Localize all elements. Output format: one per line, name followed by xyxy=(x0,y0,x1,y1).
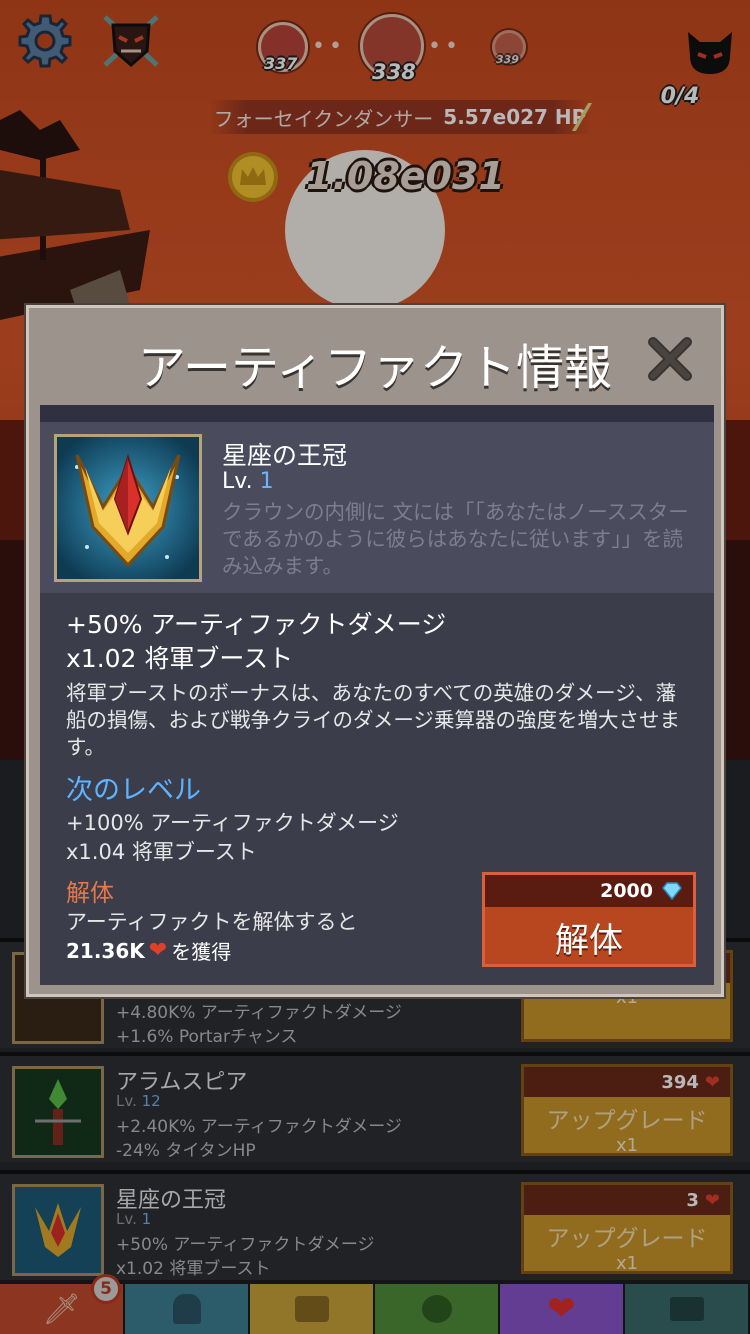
close-icon[interactable] xyxy=(647,336,693,382)
artifact-info-card: 星座の王冠 Lv. 1 クラウンの内側に 文には「「あなたはノーススターであるか… xyxy=(40,422,714,593)
next-level-stat-2: x1.04 将軍ブースト xyxy=(66,840,257,864)
disassemble-reward: 21.36K ❤ を獲得 xyxy=(66,936,231,965)
content-header-strip xyxy=(40,405,714,422)
reward-suffix: を獲得 xyxy=(171,940,232,964)
diamond-icon xyxy=(662,882,682,900)
bonus-description: 将軍ブーストのボーナスは、あなたのすべての英雄のダメージ、藩船の損傷、および戦争… xyxy=(66,681,680,759)
next-level-heading: 次のレベル xyxy=(66,775,201,806)
disassemble-text: アーティファクトを解体すると xyxy=(66,910,358,934)
bonus-artifact-damage: +50% アーティファクトダメージ xyxy=(66,610,447,639)
artifact-image xyxy=(54,434,202,582)
artifact-description: クラウンの内側に 文には「「あなたはノーススターであるかのように彼らはあなたに従… xyxy=(222,500,689,578)
artifact-name: 星座の王冠 xyxy=(222,441,348,470)
artifact-bonus-section: +50% アーティファクトダメージ x1.02 将軍ブースト 将軍ブーストのボー… xyxy=(66,608,696,867)
next-level-stat-1: +100% アーティファクトダメージ xyxy=(66,811,399,835)
reward-amount: 21.36K xyxy=(66,938,145,963)
modal-content: 星座の王冠 Lv. 1 クラウンの内側に 文には「「あなたはノーススターであるか… xyxy=(40,405,714,985)
level-label: Lv. xyxy=(222,469,253,494)
disassemble-button[interactable]: 2000 解体 xyxy=(482,872,696,967)
artifact-level: Lv. 1 xyxy=(222,469,274,494)
level-value: 1 xyxy=(259,469,274,494)
bonus-commander-boost: x1.02 将軍ブースト xyxy=(66,644,294,673)
disassemble-cost-value: 2000 xyxy=(600,880,653,902)
artifact-info-modal: アーティファクト情報 星座の王冠 Lv. 1 クラウンの内側に 文には「「あなた… xyxy=(26,305,724,997)
relic-heart-icon: ❤ xyxy=(148,938,168,963)
crown-artifact-icon xyxy=(57,437,199,579)
disassemble-heading: 解体 xyxy=(66,879,114,907)
disassemble-cost: 2000 xyxy=(485,875,693,907)
disassemble-button-label: 解体 xyxy=(555,921,623,961)
modal-title: アーティファクト情報 xyxy=(137,340,613,396)
